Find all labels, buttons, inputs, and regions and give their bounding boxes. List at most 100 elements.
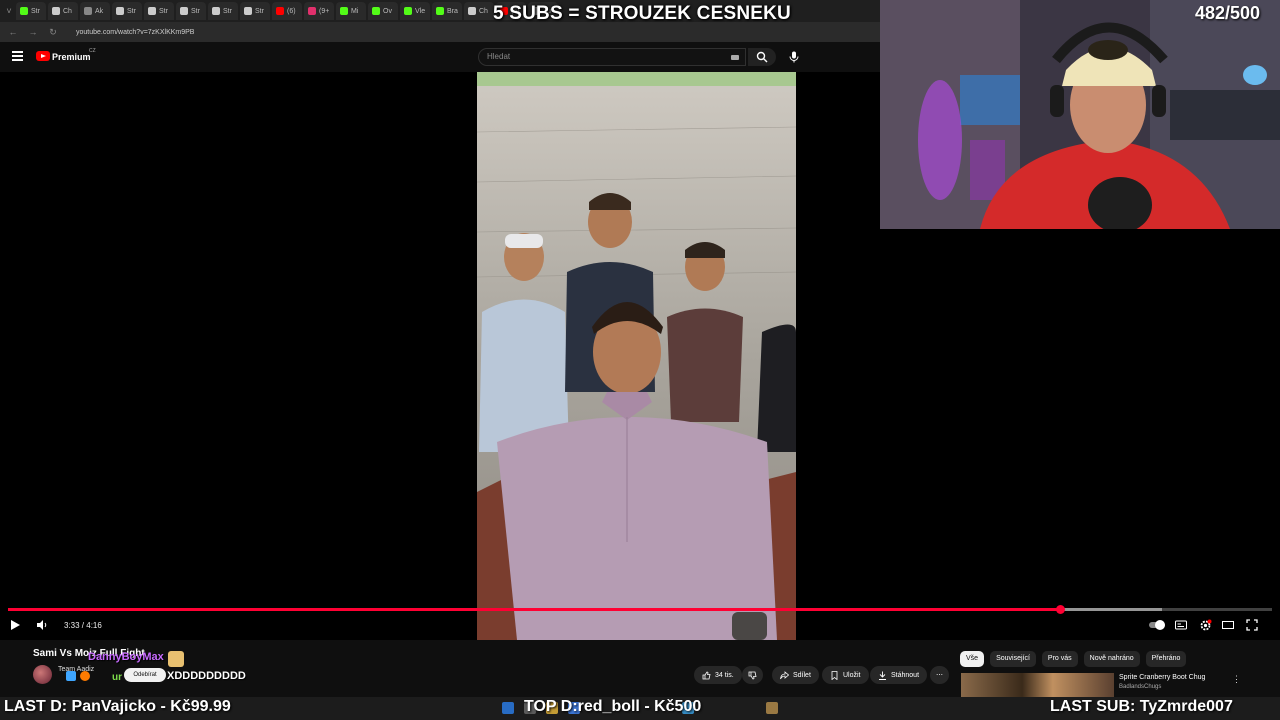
filter-chip[interactable]: Pro vás bbox=[1041, 651, 1078, 667]
tab-label: Ch bbox=[63, 7, 72, 15]
filter-chip[interactable]: Vše bbox=[960, 651, 985, 667]
channel-avatar[interactable] bbox=[33, 665, 52, 684]
like-count: 34 tis. bbox=[715, 671, 734, 679]
filter-chip[interactable]: Nově nahráno bbox=[1083, 651, 1140, 667]
keyboard-icon[interactable] bbox=[731, 55, 739, 60]
tab-label: Bra bbox=[447, 7, 458, 15]
hamburger-menu-icon[interactable] bbox=[12, 51, 23, 61]
related-filter-chips: Vše Související Pro vás Nově nahráno Přehrán… bbox=[960, 651, 1187, 667]
chat-emote-icon bbox=[168, 651, 184, 667]
share-label: Sdílet bbox=[793, 671, 811, 679]
tab-favicon-icon bbox=[436, 7, 444, 15]
download-button[interactable]: Stáhnout bbox=[870, 666, 928, 684]
progress-played bbox=[8, 608, 1060, 611]
browser-tab[interactable]: Mi bbox=[336, 2, 366, 20]
save-button[interactable]: Uložit bbox=[822, 666, 869, 684]
tab-label: Str bbox=[191, 7, 200, 15]
browser-tab[interactable]: Str bbox=[16, 2, 46, 20]
tab-label: Str bbox=[127, 7, 136, 15]
tab-favicon-icon bbox=[212, 7, 220, 15]
autoplay-toggle-icon[interactable] bbox=[1148, 619, 1166, 631]
play-icon[interactable] bbox=[11, 620, 20, 630]
webcam-image bbox=[880, 0, 1280, 229]
subtitles-icon[interactable] bbox=[1175, 619, 1187, 631]
volume-icon[interactable] bbox=[36, 619, 48, 631]
browser-tab[interactable]: (9+ bbox=[304, 2, 334, 20]
browser-tab[interactable]: Str bbox=[176, 2, 206, 20]
url-field[interactable]: youtube.com/watch?v=7zKXlKKm9PB bbox=[76, 29, 194, 36]
browser-tab[interactable]: (6) bbox=[272, 2, 302, 20]
settings-gear-icon[interactable] bbox=[1199, 619, 1212, 632]
voice-search-button[interactable] bbox=[784, 48, 804, 66]
more-horizontal-icon: ⋯ bbox=[936, 672, 943, 679]
tab-label: Str bbox=[255, 7, 264, 15]
browser-tab[interactable]: Str bbox=[144, 2, 174, 20]
top-donation-label: TOP D:red_boll - Kč500 bbox=[524, 698, 702, 715]
video-info-section: Sami Vs Moiz Full Fight Team Aadiz Odebí… bbox=[0, 640, 1280, 697]
recommended-video-title[interactable]: Sprite Cranberry Boot Chug bbox=[1119, 674, 1205, 681]
recommended-video-thumbnail[interactable] bbox=[961, 673, 1114, 697]
youtube-logo-icon[interactable] bbox=[36, 51, 50, 61]
fullscreen-icon[interactable] bbox=[1246, 619, 1258, 631]
youtube-premium-brand[interactable]: Premium bbox=[52, 52, 91, 62]
browser-tab[interactable]: Ch bbox=[464, 2, 494, 20]
chat-badges-icon bbox=[66, 671, 106, 683]
search-input[interactable]: Hledat bbox=[478, 48, 746, 66]
tab-favicon-icon bbox=[340, 7, 348, 15]
browser-tab[interactable]: Str bbox=[240, 2, 270, 20]
tab-favicon-icon bbox=[308, 7, 316, 15]
browser-tab[interactable]: Ak bbox=[80, 2, 110, 20]
recommended-video-channel[interactable]: BadlandsChugs bbox=[1119, 684, 1161, 690]
browser-tab[interactable]: Ch bbox=[48, 2, 78, 20]
dislike-button[interactable] bbox=[742, 666, 763, 684]
download-label: Stáhnout bbox=[891, 671, 920, 679]
streamer-webcam bbox=[880, 0, 1280, 229]
share-button[interactable]: Sdílet bbox=[772, 666, 819, 684]
tab-favicon-icon bbox=[244, 7, 252, 15]
filter-chip[interactable]: Související bbox=[990, 651, 1036, 667]
reload-icon[interactable]: ↻ bbox=[48, 27, 58, 38]
browser-tab[interactable]: Vle bbox=[400, 2, 430, 20]
browser-address-bar: ← → ↻ youtube.com/watch?v=7zKXlKKm9PB bbox=[0, 22, 880, 42]
microphone-icon bbox=[789, 51, 799, 63]
tab-favicon-icon bbox=[276, 7, 284, 15]
sub-goal-overlay: 5 SUBS = STROUZEK CESNEKU bbox=[493, 3, 791, 24]
tab-label: Ov bbox=[383, 7, 392, 15]
more-actions-button[interactable]: ⋯ bbox=[930, 666, 949, 684]
tab-favicon-icon bbox=[180, 7, 188, 15]
browser-tab[interactable]: Str bbox=[208, 2, 238, 20]
search-icon bbox=[756, 51, 768, 63]
tab-label: (9+ bbox=[319, 7, 330, 15]
stream-bottom-bar: LAST D: PanVajicko - Kč99.99 TOP D:red_b… bbox=[0, 697, 1280, 720]
filter-chip[interactable]: Přehráno bbox=[1145, 651, 1187, 667]
youtube-header: Premium CZ Hledat bbox=[0, 42, 880, 72]
like-button[interactable]: 34 tis. bbox=[694, 666, 742, 684]
search-button[interactable] bbox=[748, 48, 776, 66]
tab-favicon-icon bbox=[148, 7, 156, 15]
share-icon bbox=[780, 670, 789, 679]
windows-start-icon bbox=[502, 702, 514, 714]
subscribe-button[interactable]: Odebírat bbox=[124, 668, 166, 682]
browser-tab[interactable]: Ov bbox=[368, 2, 398, 20]
tab-favicon-icon bbox=[116, 7, 124, 15]
tab-favicon-icon bbox=[84, 7, 92, 15]
tab-label: Mi bbox=[351, 7, 359, 15]
browser-tab[interactable]: Str bbox=[112, 2, 142, 20]
tab-list-chevron-icon[interactable]: ˅ bbox=[4, 6, 14, 16]
chat-message-prefix: ur bbox=[112, 672, 122, 683]
video-frame[interactable] bbox=[477, 72, 796, 640]
browser-tab[interactable]: Bra bbox=[432, 2, 462, 20]
more-vertical-icon[interactable]: ⋮ bbox=[1232, 674, 1241, 685]
save-label: Uložit bbox=[843, 671, 861, 679]
video-image bbox=[477, 72, 796, 640]
video-progress-bar[interactable] bbox=[8, 605, 1272, 614]
subscriber-goal-counter: 482/500 bbox=[1195, 3, 1261, 23]
theater-mode-icon[interactable] bbox=[1222, 619, 1234, 631]
tab-label: (6) bbox=[287, 7, 296, 15]
back-icon[interactable]: ← bbox=[8, 27, 18, 37]
progress-scrubber-handle[interactable] bbox=[1055, 605, 1065, 614]
thumbs-down-icon bbox=[748, 671, 757, 679]
tab-favicon-icon bbox=[372, 7, 380, 15]
tab-label: Str bbox=[31, 7, 40, 15]
forward-icon[interactable]: → bbox=[28, 27, 38, 37]
